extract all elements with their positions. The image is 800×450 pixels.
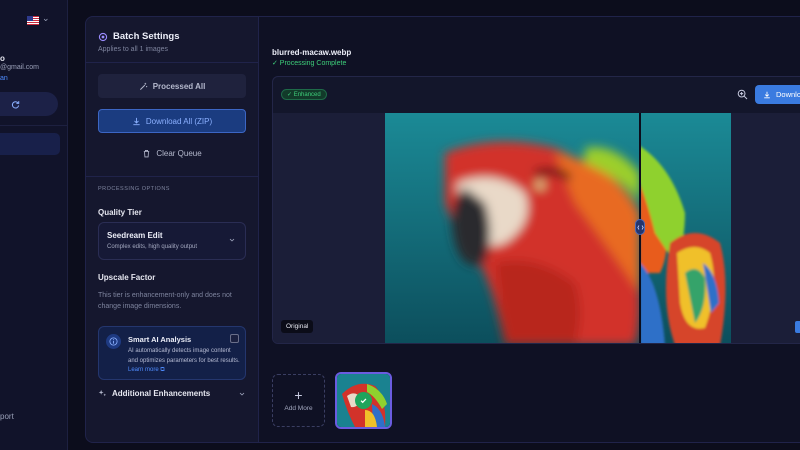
us-flag-icon[interactable] [27, 16, 39, 25]
clear-queue-label: Clear Queue [156, 148, 202, 158]
refresh-credits-button[interactable] [0, 92, 58, 116]
smart-ai-title: Smart AI Analysis [128, 335, 192, 344]
external-link-icon: ⧉ [160, 367, 165, 373]
completed-check-icon [355, 392, 372, 409]
quality-tier-label: Quality Tier [98, 208, 142, 217]
processed-all-button[interactable]: Processed All [98, 74, 246, 98]
processing-status: ✓ Processing Complete [272, 60, 347, 67]
clear-queue-button[interactable]: Clear Queue [98, 141, 246, 165]
batch-settings-title: Batch Settings [98, 31, 180, 42]
app-sidebar: ⌄ o @gmail.com an port [0, 0, 68, 450]
macaw-photo-comparison [385, 113, 731, 343]
add-more-button[interactable]: + Add More [272, 374, 325, 427]
processed-all-label: Processed All [152, 81, 206, 91]
info-icon [106, 334, 121, 349]
user-email: @gmail.com [0, 64, 40, 71]
panel-subtitle: Applies to all 1 images [98, 46, 169, 53]
learn-more-link[interactable]: Learn more ⧉ [128, 367, 165, 373]
processing-options-heading: PROCESSING OPTIONS [98, 186, 170, 192]
sidebar-item-active[interactable] [0, 133, 60, 155]
sidebar-item-support[interactable]: port [0, 412, 14, 421]
smart-ai-description: AI automatically detects image content a… [128, 347, 240, 376]
chevron-down-icon [239, 392, 245, 396]
settings-icon [98, 32, 108, 41]
original-label: Original [281, 320, 314, 333]
sidebar-divider [0, 125, 68, 126]
chevron-down-icon [229, 238, 235, 242]
upscale-note: This tier is enhancement-only and does n… [98, 292, 232, 310]
download-icon [764, 91, 770, 98]
drag-handle-icon [636, 224, 644, 230]
download-button[interactable]: Download [755, 85, 800, 104]
enhanced-label-tab [795, 321, 800, 333]
learn-more-label: Learn more [128, 367, 159, 373]
download-all-zip-button[interactable]: Download All (ZIP) [98, 109, 246, 133]
panel-title-text: Batch Settings [113, 31, 180, 42]
plus-icon: + [294, 387, 303, 403]
quality-tier-description: Complex edits, high quality output [107, 244, 198, 250]
smart-ai-checkbox[interactable] [230, 334, 239, 343]
quality-tier-select[interactable]: Seedream Edit Complex edits, high qualit… [98, 222, 246, 260]
quality-tier-value: Seedream Edit [107, 231, 163, 240]
batch-settings-panel: Batch Settings Applies to all 1 images P… [85, 16, 260, 443]
refresh-icon [11, 100, 20, 108]
trash-icon [144, 149, 150, 157]
upscale-factor-label: Upscale Factor [98, 273, 156, 282]
smart-ai-description-text: AI automatically detects image content a… [128, 348, 240, 364]
download-label: Download [776, 90, 800, 99]
comparison-slider-handle[interactable] [635, 219, 645, 235]
additional-enhancements-label: Additional Enhancements [112, 389, 211, 398]
add-more-label: Add More [284, 405, 313, 412]
preview-card: ✓ Enhanced Download [272, 76, 800, 344]
additional-enhancements-toggle[interactable]: Additional Enhancements [98, 389, 246, 398]
enhanced-badge: ✓ Enhanced [281, 89, 327, 100]
zoom-in-icon[interactable] [737, 89, 748, 100]
comparison-viewer[interactable]: Original [273, 113, 800, 343]
panel-divider [86, 62, 260, 63]
user-name: o [0, 54, 5, 63]
magic-wand-icon [139, 82, 147, 90]
user-plan-link[interactable]: an [0, 75, 8, 82]
chevron-down-icon[interactable]: ⌄ [42, 13, 50, 24]
download-icon [133, 117, 140, 125]
download-all-label: Download All (ZIP) [145, 116, 213, 126]
smart-ai-analysis-card: Smart AI Analysis AI automatically detec… [98, 326, 246, 380]
main-content: blurred-macaw.webp ✓ Processing Complete… [259, 16, 800, 443]
file-name: blurred-macaw.webp [272, 48, 352, 57]
image-thumbnail[interactable] [335, 372, 392, 429]
sparkles-icon [98, 389, 107, 397]
panel-divider [86, 176, 260, 177]
